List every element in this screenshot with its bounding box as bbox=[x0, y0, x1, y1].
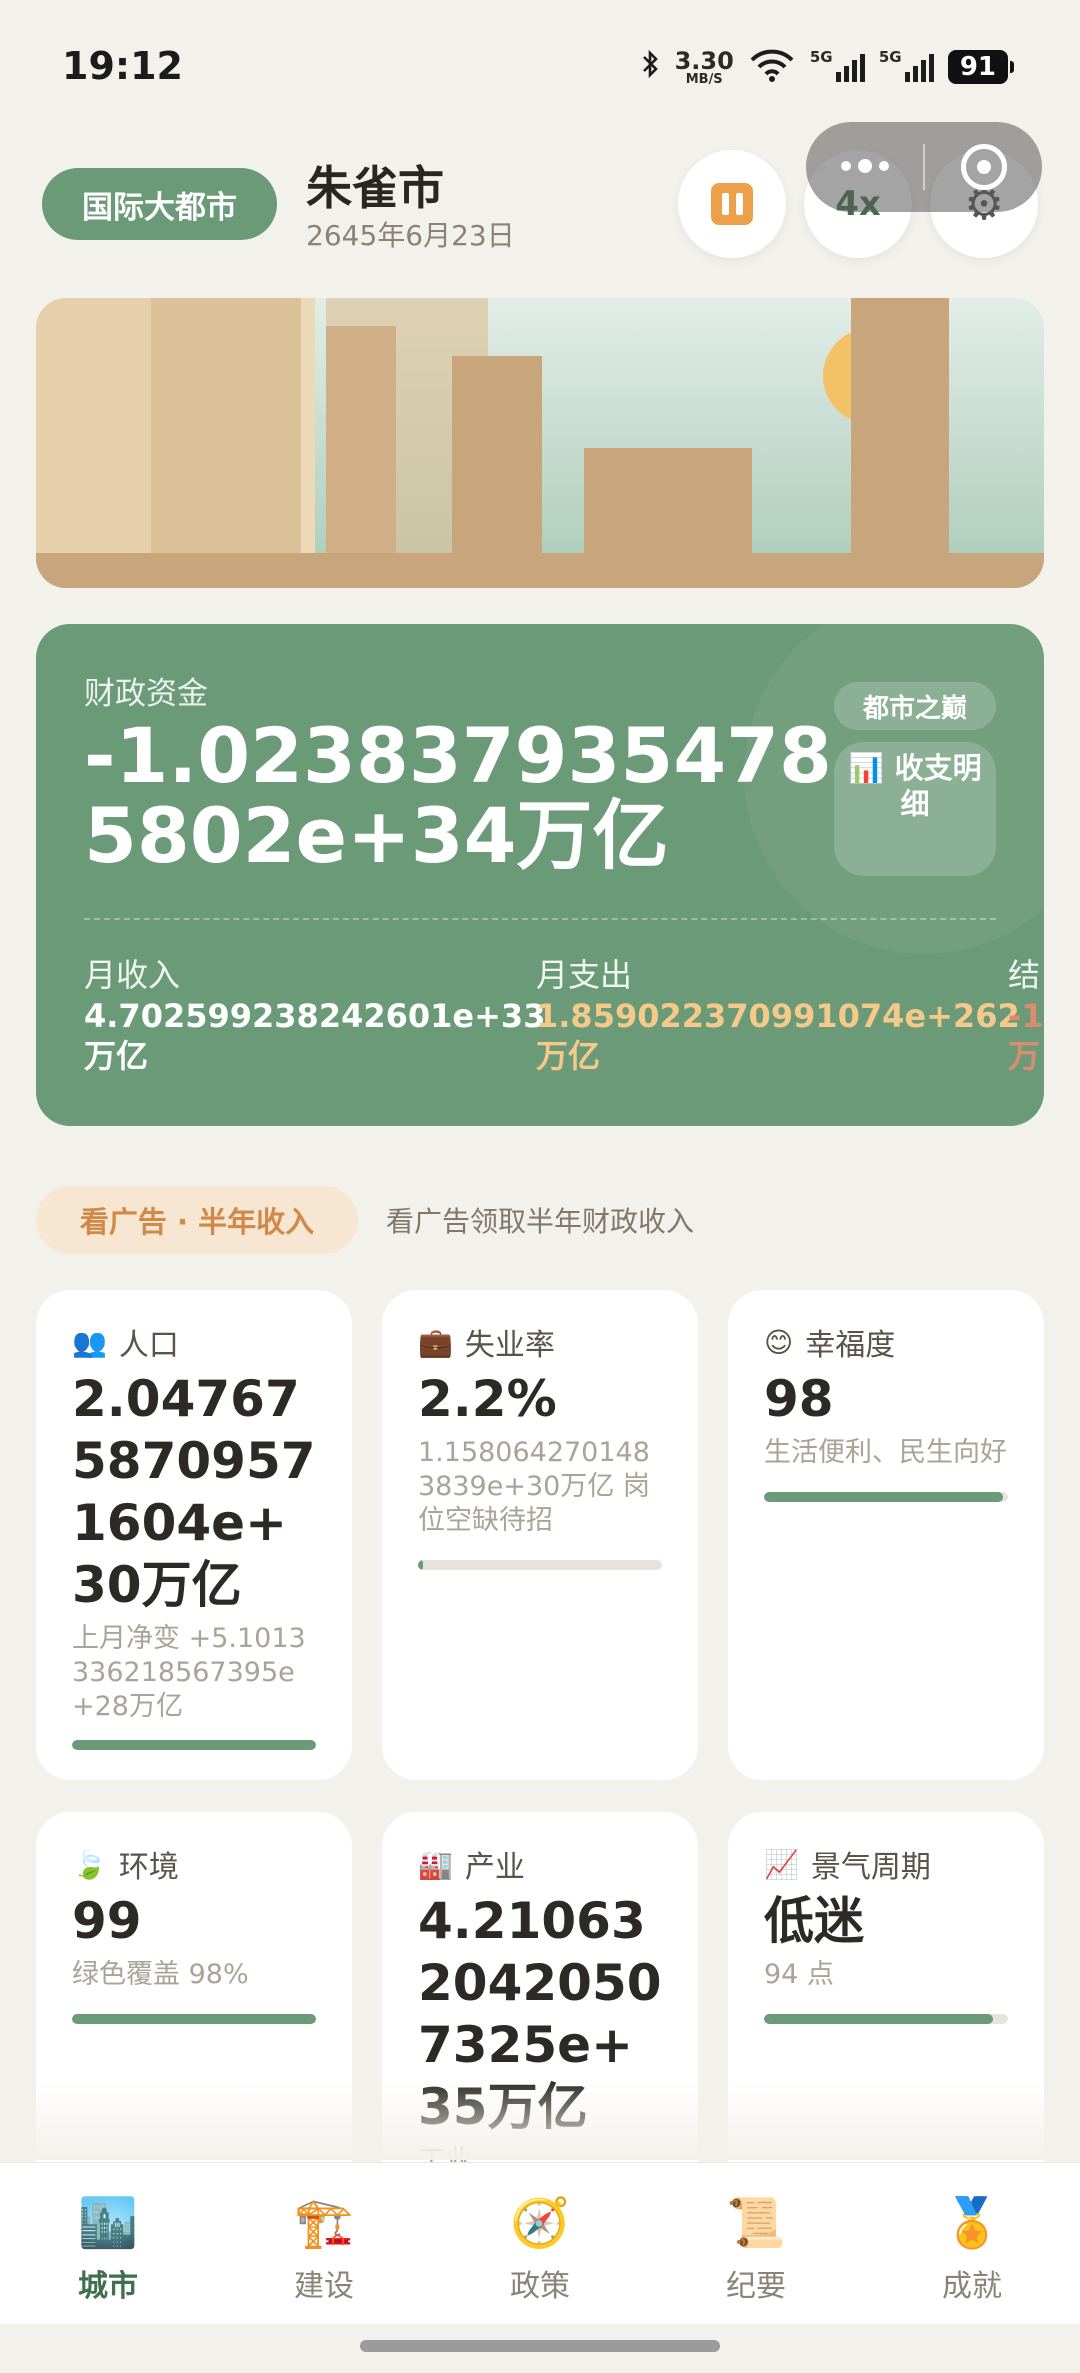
crane-icon: 🏗️ bbox=[294, 2194, 354, 2251]
finance-value: -1.0238379354785802e+34万亿 bbox=[84, 711, 832, 880]
stat-title: 环境 bbox=[118, 1850, 179, 1885]
miniprogram-capsule bbox=[806, 122, 1042, 212]
game-date: 2645年6月23日 bbox=[306, 219, 515, 252]
stat-subtext: 1.1580642701483839e+30万亿 岗位空缺待招 bbox=[418, 1437, 650, 1536]
monthly-balance: 结 -1. 万 bbox=[1008, 950, 1044, 1076]
compass-icon: 🧭 bbox=[510, 2194, 570, 2251]
tier-tag: 都市之巅 bbox=[834, 682, 996, 730]
stat-subtext: 94 点 bbox=[764, 1959, 834, 1990]
nav-label: 城市 bbox=[78, 2269, 138, 2304]
stat-value: 2.0476758709571604e+30万亿 bbox=[72, 1370, 316, 1614]
stat-title: 产业 bbox=[464, 1850, 525, 1885]
nav-item-achievements[interactable]: 🏅 成就 bbox=[864, 2163, 1080, 2324]
bottom-nav: 🏙️ 城市 🏗️ 建设 🧭 政策 📜 纪要 🏅 成就 bbox=[0, 2162, 1080, 2324]
network-speed: 3.30 MB/S bbox=[674, 46, 734, 87]
people-icon: 👥 bbox=[72, 1325, 107, 1359]
monthly-balance-value: -1. bbox=[1008, 997, 1044, 1035]
income-expense-detail-button[interactable]: 📊 收支明细 bbox=[834, 742, 996, 876]
nav-item-city[interactable]: 🏙️ 城市 bbox=[0, 2163, 216, 2324]
nav-label: 建设 bbox=[294, 2269, 354, 2304]
stat-progress-bar bbox=[72, 1740, 316, 1750]
status-bar: 19:12 3.30 MB/S 5G 5G 91 bbox=[0, 0, 1080, 140]
stat-progress-bar bbox=[764, 2014, 1008, 2024]
stat-title: 人口 bbox=[118, 1328, 179, 1363]
finance-label: 财政资金 bbox=[84, 676, 208, 712]
factory-icon: 🏭 bbox=[418, 1847, 453, 1881]
pause-button[interactable] bbox=[678, 150, 786, 258]
smile-icon: 😊 bbox=[764, 1325, 794, 1359]
close-miniprogram-icon[interactable] bbox=[925, 144, 1042, 190]
city-icon: 🏙️ bbox=[78, 2194, 138, 2251]
stat-subtext: 生活便利、民生向好 bbox=[764, 1437, 1007, 1468]
finance-divider bbox=[84, 918, 996, 920]
signal-icon-2: 5G bbox=[879, 48, 934, 82]
trend-chart-icon: 📈 bbox=[764, 1847, 799, 1881]
monthly-income: 月收入 4.702599238242601e+33万亿 bbox=[84, 956, 546, 1075]
nav-item-policy[interactable]: 🧭 政策 bbox=[432, 2163, 648, 2324]
monthly-balance-unit: 万 bbox=[1008, 1037, 1041, 1075]
stat-progress-bar bbox=[72, 2014, 316, 2024]
more-menu-icon[interactable] bbox=[806, 159, 923, 173]
stat-value: 99 bbox=[72, 1892, 142, 1950]
leaf-icon: 🍃 bbox=[72, 1847, 107, 1881]
pause-icon bbox=[711, 183, 753, 225]
stat-subtext: 上月净变 +5.1013336218567395e+28万亿 bbox=[72, 1623, 306, 1722]
bluetooth-icon bbox=[641, 49, 661, 85]
city-name: 朱雀市 bbox=[306, 161, 444, 215]
nav-label: 纪要 bbox=[726, 2269, 786, 2304]
nav-label: 成就 bbox=[942, 2269, 1002, 2304]
signal-icon: 5G bbox=[810, 48, 865, 82]
monthly-expense-value: 1.859022370991074e+262万亿 bbox=[536, 997, 1020, 1075]
briefcase-icon: 💼 bbox=[418, 1325, 453, 1359]
status-icons: 3.30 MB/S 5G 5G 91 bbox=[641, 46, 1015, 87]
scroll-icon: 📜 bbox=[726, 2194, 786, 2251]
finance-card: 财政资金 -1.0238379354785802e+34万亿 都市之巅 📊 收支… bbox=[36, 624, 1044, 1126]
watch-ad-button[interactable]: 看广告 · 半年收入 bbox=[36, 1186, 358, 1254]
home-indicator[interactable] bbox=[360, 2340, 720, 2352]
stat-subtext: 绿色覆盖 98% bbox=[72, 1959, 249, 1990]
detail-button-label: 收支明细 bbox=[894, 751, 982, 821]
stat-value: 98 bbox=[764, 1370, 834, 1428]
bar-chart-icon: 📊 bbox=[848, 751, 885, 785]
skyline-illustration bbox=[36, 298, 1044, 588]
city-tier-badge: 国际大都市 bbox=[42, 168, 277, 240]
stat-progress-bar bbox=[418, 1560, 662, 1570]
stat-progress-bar bbox=[764, 1492, 1008, 1502]
medal-icon: 🏅 bbox=[942, 2194, 1002, 2251]
stat-title: 幸福度 bbox=[805, 1328, 896, 1363]
nav-label: 政策 bbox=[510, 2269, 570, 2304]
nav-item-chronicle[interactable]: 📜 纪要 bbox=[648, 2163, 864, 2324]
stat-value: 低迷 bbox=[764, 1892, 864, 1950]
stat-card-happiness[interactable]: 😊 幸福度 98 生活便利、民生向好 bbox=[728, 1290, 1044, 1780]
stat-value: 2.2% bbox=[418, 1370, 557, 1428]
nav-item-build[interactable]: 🏗️ 建设 bbox=[216, 2163, 432, 2324]
stat-card-unemployment[interactable]: 💼 失业率 2.2% 1.1580642701483839e+30万亿 岗位空缺待… bbox=[382, 1290, 698, 1780]
stat-title: 失业率 bbox=[464, 1328, 555, 1363]
monthly-expense: 月支出 1.859022370991074e+262万亿 bbox=[536, 956, 1020, 1075]
ad-hint: 看广告领取半年财政收入 bbox=[386, 1205, 695, 1238]
monthly-income-value: 4.702599238242601e+33万亿 bbox=[84, 997, 546, 1075]
status-time: 19:12 bbox=[62, 44, 183, 88]
stat-title: 景气周期 bbox=[810, 1850, 931, 1885]
stat-card-population[interactable]: 👥 人口 2.0476758709571604e+30万亿 上月净变 +5.101… bbox=[36, 1290, 352, 1780]
battery-icon: 91 bbox=[947, 50, 1015, 84]
wifi-icon bbox=[748, 48, 796, 86]
city-skyline-banner bbox=[36, 298, 1044, 588]
scroll-fade bbox=[0, 2080, 1080, 2160]
